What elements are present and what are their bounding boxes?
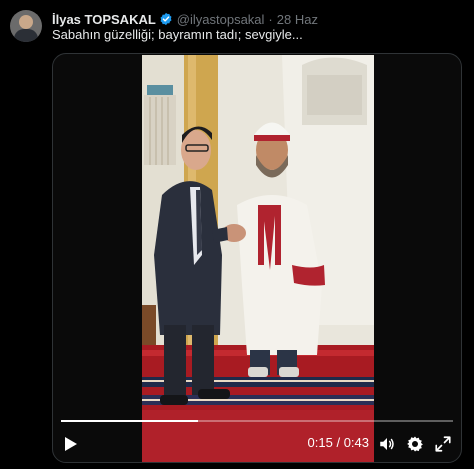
video-progress-bar[interactable]	[61, 420, 453, 422]
video-controls: 0:15 / 0:43	[53, 408, 461, 462]
avatar[interactable]	[10, 10, 42, 42]
video-progress-fill	[61, 420, 198, 422]
play-icon	[65, 437, 77, 451]
video-player[interactable]: 0:15 / 0:43	[52, 53, 462, 463]
settings-button[interactable]	[405, 434, 425, 454]
gear-icon	[407, 436, 423, 452]
fullscreen-icon	[435, 436, 451, 452]
volume-button[interactable]	[377, 434, 397, 454]
tweet[interactable]: İlyas TOPSAKAL @ilyastopsakal · 28 Haz S…	[0, 0, 474, 469]
volume-icon	[380, 438, 394, 450]
video-time: 0:15 / 0:43	[308, 435, 369, 450]
fullscreen-button[interactable]	[433, 434, 453, 454]
verified-badge-icon	[160, 12, 172, 26]
play-button[interactable]	[61, 434, 81, 454]
video-frame[interactable]	[142, 55, 374, 463]
author-handle[interactable]: @ilyastopsakal	[177, 12, 265, 27]
time-separator: /	[332, 435, 344, 450]
duration: 0:43	[343, 435, 369, 450]
separator-dot: ·	[268, 11, 273, 27]
current-time: 0:15	[307, 435, 333, 450]
tweet-header: İlyas TOPSAKAL @ilyastopsakal · 28 Haz	[52, 10, 318, 28]
tweet-date[interactable]: 28 Haz	[277, 12, 318, 27]
author-name[interactable]: İlyas TOPSAKAL	[52, 12, 156, 27]
tweet-text: Sabahın güzelliği; bayramın tadı; sevgiy…	[52, 27, 303, 42]
